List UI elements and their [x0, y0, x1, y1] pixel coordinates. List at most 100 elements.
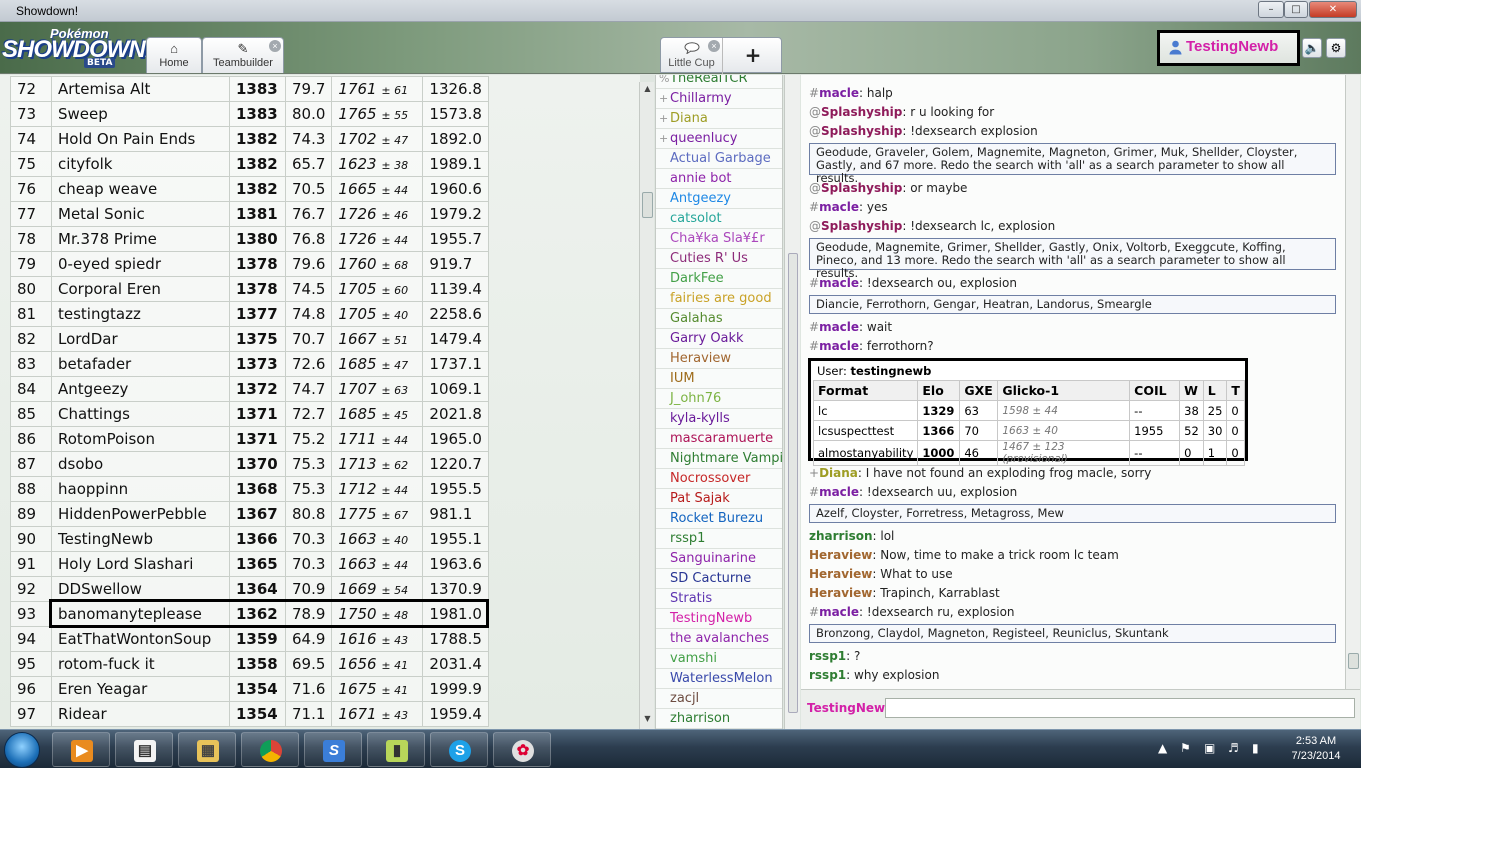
userlist-item[interactable]: Sanguinarine: [656, 549, 782, 569]
name-cell[interactable]: Artemisa Alt: [51, 76, 230, 102]
ladder-row[interactable]: 97 Ridear 1354 71.1 1671 ± 43 1959.4: [10, 701, 490, 727]
chat-username[interactable]: Heraview: [809, 586, 872, 600]
ladder-row[interactable]: 89 HiddenPowerPebble 1367 80.8 1775 ± 67 981.…: [10, 501, 490, 527]
name-cell[interactable]: Antgeezy: [51, 376, 230, 402]
taskbar-item[interactable]: ▦: [178, 732, 236, 767]
userlist-item[interactable]: annie bot: [656, 169, 782, 189]
userlist-item[interactable]: catsolot: [656, 209, 782, 229]
name-cell[interactable]: Corporal Eren: [51, 276, 230, 302]
userlist-item[interactable]: fairies are good: [656, 289, 782, 309]
ladder-row[interactable]: 83 betafader 1373 72.6 1685 ± 47 1737.1: [10, 351, 490, 377]
taskbar-item[interactable]: ▤: [115, 732, 173, 767]
scroll-thumb[interactable]: [642, 192, 653, 218]
name-cell[interactable]: testingtazz: [51, 301, 230, 327]
name-cell[interactable]: cheap weave: [51, 176, 230, 202]
chat-scrollbar[interactable]: [1345, 75, 1360, 689]
scroll-up-icon[interactable]: ▲: [640, 84, 655, 98]
userlist-item[interactable]: Nocrossover: [656, 469, 782, 489]
network-icon[interactable]: ▮: [1252, 741, 1259, 755]
userlist-item[interactable]: Rocket Burezu: [656, 509, 782, 529]
name-cell[interactable]: Sweep: [51, 101, 230, 127]
userlist-item[interactable]: kyla-kylls: [656, 409, 782, 429]
chat-username[interactable]: macle: [819, 485, 859, 499]
userlist-item[interactable]: Stratis: [656, 589, 782, 609]
userlist-item[interactable]: + Chillarmy: [656, 89, 782, 109]
scroll-thumb[interactable]: [1348, 653, 1359, 669]
name-cell[interactable]: dsobo: [51, 451, 230, 477]
showdown-logo[interactable]: Pokémon SHOWDOWN! BETA: [2, 26, 153, 70]
ladder-row[interactable]: 74 Hold On Pain Ends 1382 74.3 1702 ± 47 1892…: [10, 126, 490, 152]
ladder-row[interactable]: 92 DDSwellow 1364 70.9 1669 ± 54 1370.9: [10, 576, 490, 602]
chat-username[interactable]: macle: [819, 605, 859, 619]
chat-username[interactable]: macle: [819, 339, 859, 353]
taskbar-item[interactable]: S: [304, 732, 362, 767]
chat-username[interactable]: Splashyship: [821, 124, 902, 138]
ladder-row[interactable]: 95 rotom-fuck it 1358 69.5 1656 ± 41 2031.4: [10, 651, 490, 677]
name-cell[interactable]: LordDar: [51, 326, 230, 352]
userlist-scrollbar[interactable]: [784, 75, 800, 729]
userlist-item[interactable]: Galahas: [656, 309, 782, 329]
sound-button[interactable]: 🔈: [1302, 38, 1322, 58]
name-cell[interactable]: Holy Lord Slashari: [51, 551, 230, 577]
chat-username[interactable]: Splashyship: [821, 105, 902, 119]
userlist-item[interactable]: IUM: [656, 369, 782, 389]
clock[interactable]: 2:53 AM 7/23/2014: [1283, 734, 1349, 764]
ladder-row[interactable]: 85 Chattings 1371 72.7 1685 ± 45 2021.8: [10, 401, 490, 427]
userlist-item[interactable]: J_ohn76: [656, 389, 782, 409]
chat-username[interactable]: macle: [819, 200, 859, 214]
name-cell[interactable]: cityfolk: [51, 151, 230, 177]
userlist-item[interactable]: Antgeezy: [656, 189, 782, 209]
chat-username[interactable]: macle: [819, 276, 859, 290]
ladder-row[interactable]: 88 haoppinn 1368 75.3 1712 ± 44 1955.5: [10, 476, 490, 502]
maximize-button[interactable]: □: [1284, 1, 1308, 18]
ladder-row[interactable]: 84 Antgeezy 1372 74.7 1707 ± 63 1069.1: [10, 376, 490, 402]
ladder-row[interactable]: 81 testingtazz 1377 74.8 1705 ± 40 2258.6: [10, 301, 490, 327]
name-cell[interactable]: DDSwellow: [51, 576, 230, 602]
name-cell[interactable]: EatThatWontonSoup: [51, 626, 230, 652]
name-cell[interactable]: HiddenPowerPebble: [51, 501, 230, 527]
chat-username[interactable]: Diana: [819, 466, 858, 480]
name-cell[interactable]: RotomPoison: [51, 426, 230, 452]
ladder-row[interactable]: 90 TestingNewb 1366 70.3 1663 ± 40 1955.1: [10, 526, 490, 552]
chat-username[interactable]: zharrison: [809, 529, 873, 543]
userlist-item[interactable]: WaterlessMelon: [656, 669, 782, 689]
userlist-item[interactable]: + queenlucy: [656, 129, 782, 149]
scroll-down-icon[interactable]: ▼: [640, 714, 655, 728]
ladder-row[interactable]: 86 RotomPoison 1371 75.2 1711 ± 44 1965.0: [10, 426, 490, 452]
name-cell[interactable]: Chattings: [51, 401, 230, 427]
ladder-row[interactable]: 91 Holy Lord Slashari 1365 70.3 1663 ± 44 196…: [10, 551, 490, 577]
tab-home[interactable]: ⌂ Home: [146, 37, 202, 73]
tab-teambuilder[interactable]: ✎ Teambuilder ×: [202, 37, 284, 73]
chat-username[interactable]: Heraview: [809, 548, 872, 562]
name-cell[interactable]: Mr.378 Prime: [51, 226, 230, 252]
chat-username[interactable]: macle: [819, 86, 859, 100]
name-cell[interactable]: Hold On Pain Ends: [51, 126, 230, 152]
userlist-item[interactable]: TestingNewb: [656, 609, 782, 629]
chat-username[interactable]: Splashyship: [821, 219, 902, 233]
show-hidden-icon[interactable]: ▲: [1158, 741, 1167, 755]
userlist-item[interactable]: Actual Garbage: [656, 149, 782, 169]
current-user-box[interactable]: TestingNewb: [1157, 30, 1300, 66]
name-cell[interactable]: Ridear: [51, 701, 230, 727]
userlist-item[interactable]: Heraview: [656, 349, 782, 369]
userlist-item[interactable]: Cha¥ka Sla¥£r: [656, 229, 782, 249]
name-cell[interactable]: haoppinn: [51, 476, 230, 502]
settings-button[interactable]: ⚙: [1326, 38, 1346, 58]
tab-little-cup[interactable]: Little Cup ×: [661, 38, 723, 74]
minimize-button[interactable]: –: [1258, 1, 1284, 18]
userlist-item[interactable]: % TheRealTCR: [656, 75, 782, 89]
userlist-item[interactable]: mascaramuerte: [656, 429, 782, 449]
close-room-icon[interactable]: ×: [708, 40, 720, 52]
chat-username[interactable]: Splashyship: [821, 181, 902, 195]
userlist-item[interactable]: Cuties R' Us: [656, 249, 782, 269]
ladder-row[interactable]: 73 Sweep 1383 80.0 1765 ± 55 1573.8: [10, 101, 490, 127]
ladder-scrollbar[interactable]: ▲ ▼: [639, 82, 654, 729]
name-cell[interactable]: TestingNewb: [51, 526, 230, 552]
ladder-row[interactable]: 82 LordDar 1375 70.7 1667 ± 51 1479.4: [10, 326, 490, 352]
taskbar-item[interactable]: ✿: [493, 732, 551, 767]
ladder-row[interactable]: 72 Artemisa Alt 1383 79.7 1761 ± 61 1326.8: [10, 76, 490, 102]
flag-icon[interactable]: ⚑: [1180, 741, 1191, 755]
start-button[interactable]: [4, 732, 40, 768]
chat-username[interactable]: macle: [819, 320, 859, 334]
name-cell[interactable]: Metal Sonic: [51, 201, 230, 227]
